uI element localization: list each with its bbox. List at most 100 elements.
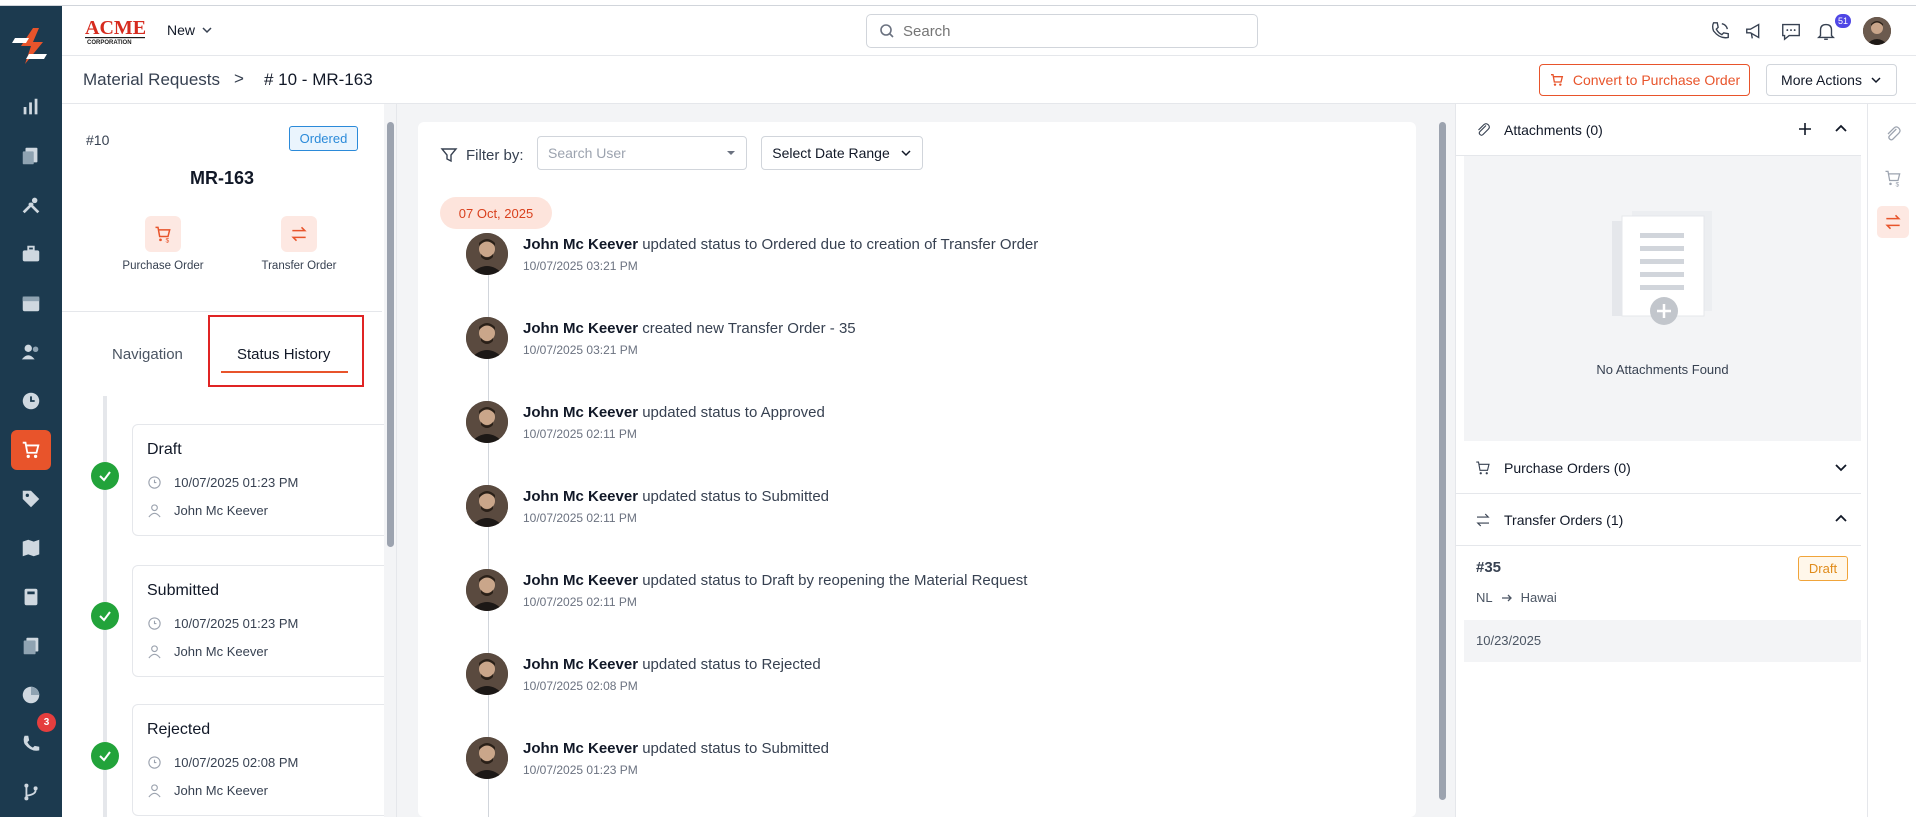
user-avatar[interactable] (466, 653, 508, 695)
users-icon[interactable] (11, 332, 51, 372)
activity-message: updated status to Rejected (638, 656, 821, 673)
user-avatar[interactable] (466, 737, 508, 779)
user-avatar[interactable] (466, 317, 508, 359)
right-icon-rail: $ (1867, 104, 1916, 817)
acme-logo[interactable]: ACME CORPORATION (84, 15, 148, 47)
activity-message: updated status to Ordered due to creatio… (638, 236, 1039, 253)
activity-text: John Mc Keever updated status to Ordered… (523, 236, 1038, 253)
status-user: John Mc Keever (174, 783, 268, 798)
megaphone-icon[interactable] (1742, 18, 1768, 44)
cart-icon[interactable] (11, 430, 51, 470)
chevron-up-icon[interactable] (1833, 121, 1849, 137)
activity-user[interactable]: John Mc Keever (523, 404, 638, 421)
request-number: #10 (86, 132, 110, 148)
activity-user[interactable]: John Mc Keever (523, 488, 638, 505)
more-actions-button[interactable]: More Actions (1766, 64, 1897, 96)
status-user: John Mc Keever (174, 503, 268, 518)
clock-icon (148, 476, 161, 489)
attachments-header[interactable]: Attachments (0) (1456, 104, 1861, 156)
clock-icon[interactable] (11, 381, 51, 421)
search-box[interactable] (866, 14, 1258, 48)
breadcrumb-current: # 10 - MR-163 (264, 70, 373, 89)
transfer-icon (281, 216, 317, 252)
paperclip-icon (1478, 122, 1490, 136)
purchase-orders-title: Purchase Orders (0) (1504, 459, 1631, 476)
transfer-orders-header[interactable]: Transfer Orders (1) (1456, 494, 1861, 546)
check-icon (91, 462, 119, 490)
purchase-orders-shortcut-icon[interactable]: $ (1877, 162, 1909, 194)
cart-icon (1550, 74, 1564, 86)
activity-user[interactable]: John Mc Keever (523, 572, 638, 589)
new-label: New (167, 22, 196, 38)
user-avatar[interactable] (466, 485, 508, 527)
status-badge: Ordered (289, 126, 358, 151)
purchase-order-quick-action[interactable]: $ Purchase Order (108, 216, 218, 272)
breadcrumb-parent[interactable]: Material Requests (83, 70, 220, 90)
user-avatar[interactable] (1863, 17, 1891, 45)
map-icon[interactable] (11, 528, 51, 568)
files-icon[interactable] (11, 626, 51, 666)
calendar-icon[interactable] (11, 283, 51, 323)
activity-time: 10/07/2025 02:11 PM (523, 595, 637, 609)
search-input[interactable] (903, 22, 1223, 40)
center-panel-scrollbar[interactable] (1436, 104, 1450, 817)
transfer-order-quick-action[interactable]: Transfer Order (244, 216, 354, 272)
activity-message: updated status to Submitted (638, 488, 830, 505)
scrollbar-thumb[interactable] (1439, 122, 1446, 800)
search-user-select[interactable]: Search User (537, 136, 747, 170)
convert-to-purchase-order-button[interactable]: Convert to Purchase Order (1539, 64, 1750, 96)
documents-icon[interactable] (11, 136, 51, 176)
status-title: Draft (147, 441, 182, 458)
reports-icon[interactable] (11, 87, 51, 127)
git-icon[interactable] (11, 772, 51, 812)
tag-icon[interactable] (11, 479, 51, 519)
add-icon[interactable] (1797, 121, 1813, 137)
empty-document-icon (1612, 211, 1712, 331)
search-user-placeholder: Search User (548, 145, 626, 161)
activity-text: John Mc Keever updated status to Draft b… (523, 572, 1027, 589)
app-logo-icon[interactable] (9, 24, 53, 68)
transfer-order-date: 10/23/2025 (1464, 620, 1861, 662)
date-range-select[interactable]: Select Date Range (761, 136, 923, 170)
activity-time: 10/07/2025 02:11 PM (523, 427, 637, 441)
chat-icon[interactable] (1778, 18, 1804, 44)
transfer-order-number[interactable]: #35 (1476, 559, 1501, 576)
route-from: NL (1476, 590, 1493, 605)
activity-user[interactable]: John Mc Keever (523, 740, 638, 757)
chevron-down-icon (901, 150, 911, 157)
activity-user[interactable]: John Mc Keever (523, 320, 638, 337)
svg-text:CORPORATION: CORPORATION (87, 40, 132, 46)
activity-text: John Mc Keever updated status to Approve… (523, 404, 825, 421)
scrollbar-thumb[interactable] (387, 122, 394, 547)
new-dropdown-button[interactable]: New (167, 22, 213, 38)
activity-user[interactable]: John Mc Keever (523, 656, 638, 673)
more-actions-label: More Actions (1781, 72, 1862, 88)
user-avatar[interactable] (466, 569, 508, 611)
transfer-orders-shortcut-icon[interactable] (1877, 206, 1909, 238)
tools-icon[interactable] (11, 185, 51, 225)
breadcrumb-separator: > (234, 69, 244, 88)
chevron-down-icon[interactable] (1833, 459, 1849, 475)
user-avatar[interactable] (466, 401, 508, 443)
user-avatar[interactable] (466, 233, 508, 275)
transfer-order-card[interactable]: #35 Draft NL Hawai 10/23/2025 (1464, 546, 1861, 662)
left-panel-scrollbar[interactable] (384, 104, 396, 817)
purchase-orders-header[interactable]: Purchase Orders (0) (1456, 442, 1861, 494)
check-icon (91, 742, 119, 770)
activity-time: 10/07/2025 03:21 PM (523, 343, 638, 357)
filter-text: Filter by: (466, 146, 524, 164)
attachments-shortcut-icon[interactable] (1877, 118, 1909, 150)
related-panel: Attachments (0) No Attachments Found Pur… (1455, 104, 1867, 817)
briefcase-icon[interactable] (11, 234, 51, 274)
phone-call-icon[interactable] (1707, 18, 1733, 44)
activity-text: John Mc Keever updated status to Submitt… (523, 488, 829, 505)
tab-navigation[interactable]: Navigation (112, 346, 183, 363)
top-header: ACME CORPORATION New 51 (62, 6, 1916, 56)
transfer-orders-title: Transfer Orders (1) (1504, 511, 1624, 528)
user-icon (148, 645, 161, 659)
chevron-up-icon[interactable] (1833, 511, 1849, 527)
activity-user[interactable]: John Mc Keever (523, 236, 638, 253)
pie-chart-icon[interactable] (11, 675, 51, 715)
activity-panel: Filter by: Search User Select Date Range… (418, 122, 1416, 817)
calculator-icon[interactable] (11, 577, 51, 617)
